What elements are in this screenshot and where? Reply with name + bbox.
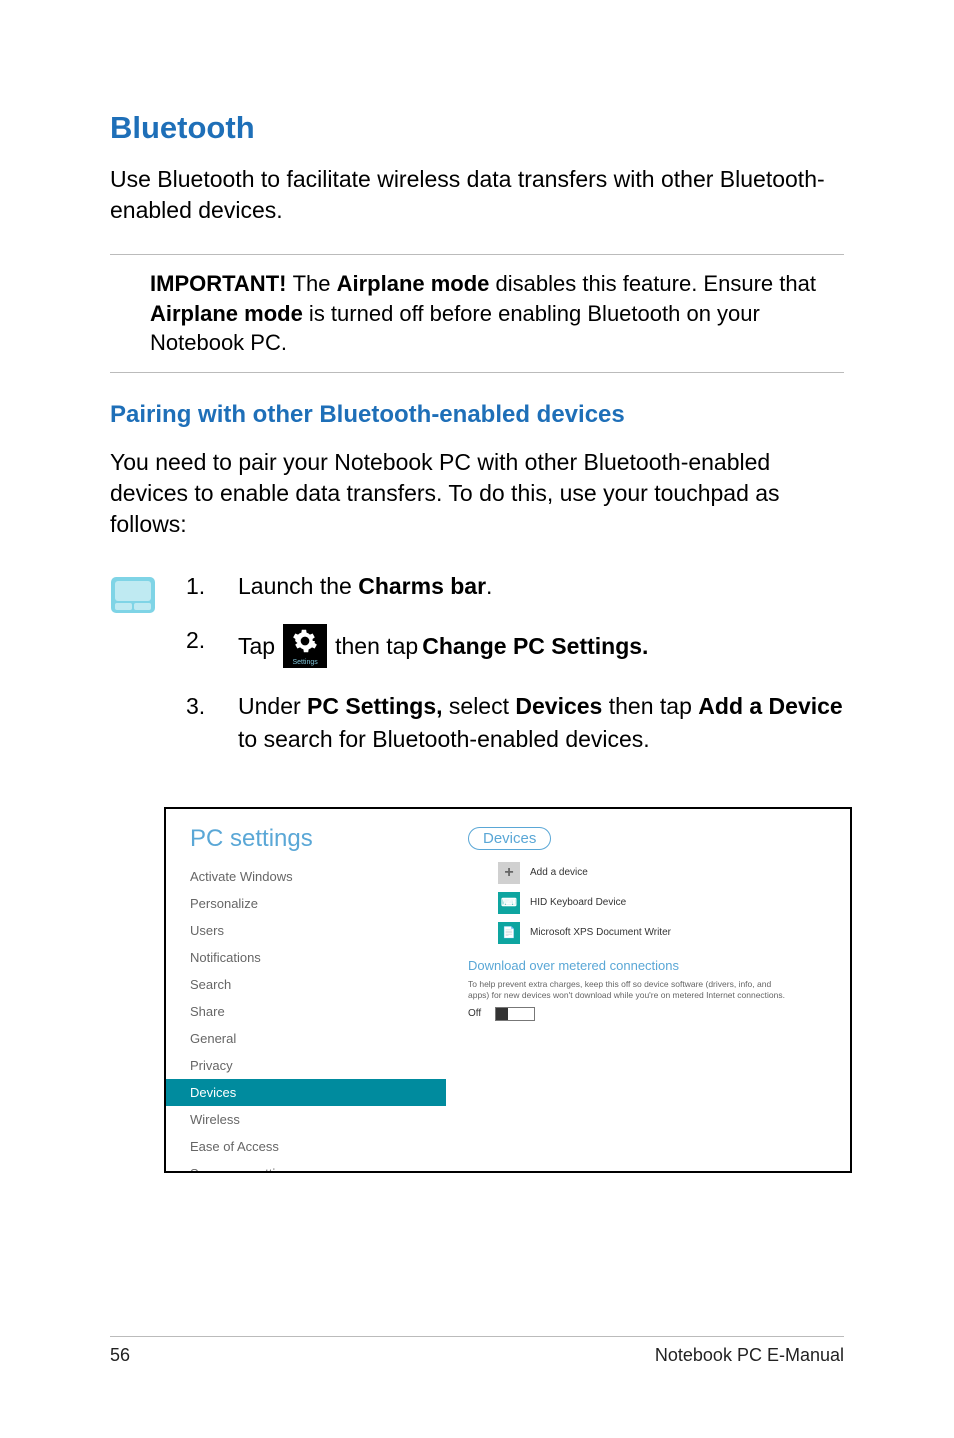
sidebar-item-wireless[interactable]: Wireless (166, 1106, 446, 1133)
step-3-text-2: select (443, 693, 516, 719)
device-label: HID Keyboard Device (530, 897, 626, 908)
device-label: Microsoft XPS Document Writer (530, 927, 671, 938)
intro-text: Use Bluetooth to facilitate wireless dat… (110, 164, 844, 226)
step-2-num: 2. (186, 624, 212, 656)
step-3: 3. Under PC Settings, select Devices the… (186, 690, 844, 754)
sidebar-item-personalize[interactable]: Personalize (166, 890, 446, 917)
sidebar-item-search[interactable]: Search (166, 971, 446, 998)
sidebar-item-notifications[interactable]: Notifications (166, 944, 446, 971)
settings-tile-icon: Settings (283, 624, 327, 668)
device-label: Add a device (530, 867, 588, 878)
step-3-text-3: then tap (602, 693, 698, 719)
device-row[interactable]: + Add a device (498, 862, 832, 884)
sidebar-item-share[interactable]: Share (166, 998, 446, 1025)
page-number: 56 (110, 1345, 130, 1366)
important-text-2: disables this feature. Ensure that (489, 271, 816, 296)
step-2-text-2: then tap (335, 630, 418, 662)
metered-toggle[interactable] (495, 1007, 535, 1021)
pc-settings-panel: Devices + Add a device ⌨ HID Keyboard Devic… (446, 809, 850, 1171)
sidebar-item-devices[interactable]: Devices (166, 1079, 446, 1106)
sidebar-item-general[interactable]: General (166, 1025, 446, 1052)
pairing-intro: You need to pair your Notebook PC with o… (110, 447, 844, 540)
document-icon: 📄 (498, 922, 520, 944)
step-1-bold-1: Charms bar (358, 573, 486, 599)
step-2-text-1: Tap (238, 630, 275, 662)
metered-description: To help prevent extra charges, keep this… (468, 979, 788, 1001)
gear-icon (292, 628, 318, 654)
metered-subhead: Download over metered connections (468, 958, 832, 973)
sidebar-item-activate-windows[interactable]: Activate Windows (166, 863, 446, 890)
device-row[interactable]: ⌨ HID Keyboard Device (498, 892, 832, 914)
device-row[interactable]: 📄 Microsoft XPS Document Writer (498, 922, 832, 944)
pc-settings-title: PC settings (166, 821, 446, 863)
page-footer: 56 Notebook PC E-Manual (110, 1336, 844, 1366)
pc-settings-sidebar: PC settings Activate WindowsPersonalizeU… (166, 809, 446, 1171)
step-3-num: 3. (186, 690, 212, 722)
step-1-num: 1. (186, 570, 212, 602)
important-bold-1: Airplane mode (337, 271, 490, 296)
sidebar-item-users[interactable]: Users (166, 917, 446, 944)
step-2: 2. Tap Settings then tap Change PC Setti… (186, 624, 844, 668)
important-bold-2: Airplane mode (150, 301, 303, 326)
step-3-bold-2: Devices (515, 693, 602, 719)
step-1-text-2: . (486, 573, 492, 599)
step-3-text-1: Under (238, 693, 307, 719)
step-3-bold-1: PC Settings, (307, 693, 442, 719)
plus-icon: + (498, 862, 520, 884)
settings-tile-label: Settings (283, 658, 327, 668)
step-3-text-4: to search for Bluetooth-enabled devices. (238, 726, 650, 752)
sidebar-item-sync-your-settings[interactable]: Sync your settings (166, 1160, 446, 1173)
metered-toggle-row: Off (468, 1007, 832, 1021)
step-1: 1. Launch the Charms bar. (186, 570, 844, 602)
toggle-label: Off (468, 1008, 481, 1019)
heading-bluetooth: Bluetooth (110, 110, 844, 146)
keyboard-icon: ⌨ (498, 892, 520, 914)
sidebar-item-privacy[interactable]: Privacy (166, 1052, 446, 1079)
heading-pairing: Pairing with other Bluetooth-enabled dev… (110, 401, 844, 429)
step-1-text-1: Launch the (238, 573, 358, 599)
important-prefix: IMPORTANT! (150, 271, 293, 296)
step-3-bold-3: Add a Device (698, 693, 842, 719)
step-2-bold-1: Change PC Settings. (422, 630, 648, 662)
sidebar-item-ease-of-access[interactable]: Ease of Access (166, 1133, 446, 1160)
devices-callout: Devices (468, 827, 551, 850)
important-callout: IMPORTANT! The Airplane mode disables th… (110, 254, 844, 373)
pc-settings-screenshot: PC settings Activate WindowsPersonalizeU… (164, 807, 852, 1173)
important-text-1: The (293, 271, 337, 296)
footer-title: Notebook PC E-Manual (655, 1345, 844, 1366)
touchpad-icon (110, 576, 156, 614)
